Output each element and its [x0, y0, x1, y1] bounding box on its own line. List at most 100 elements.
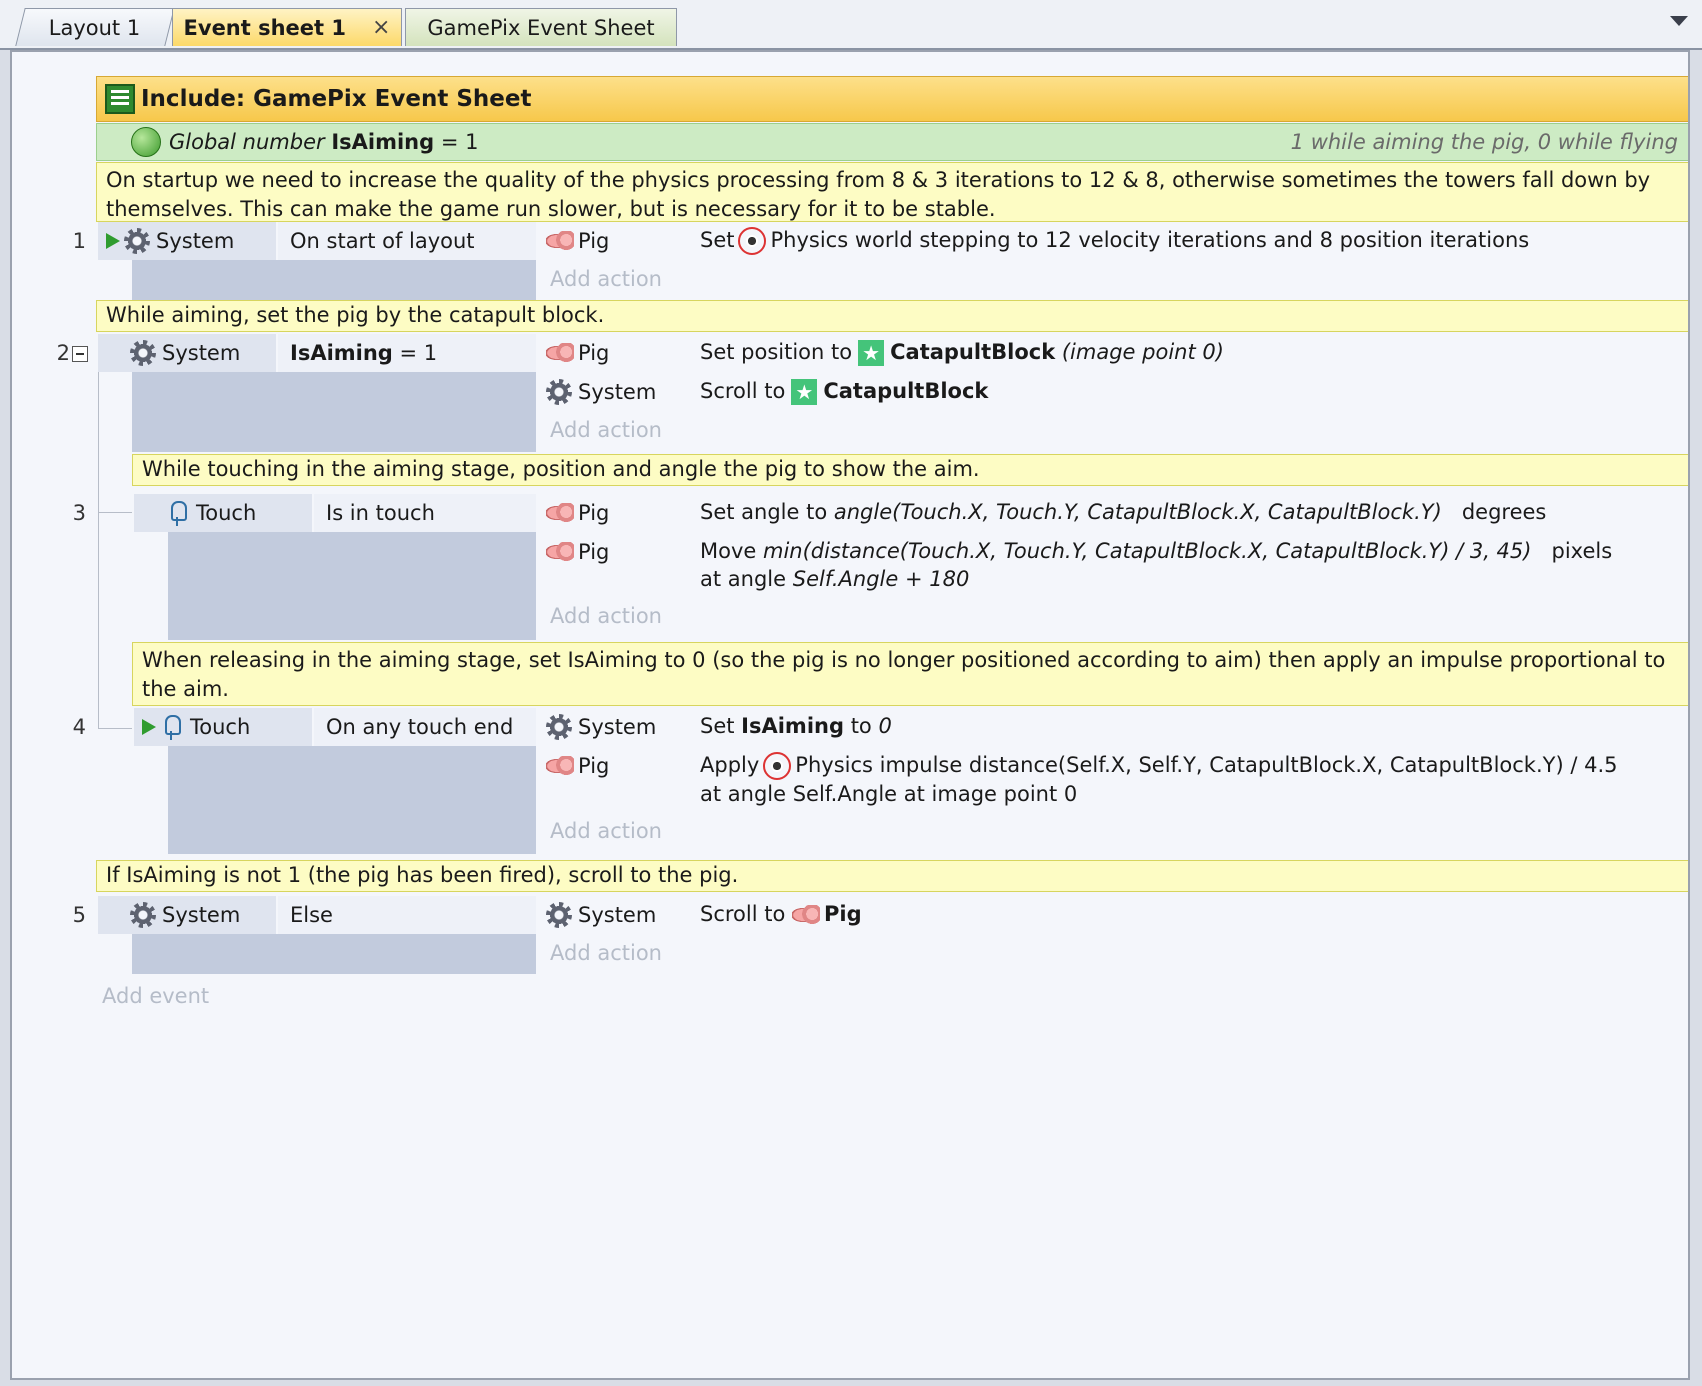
object-name: System — [578, 715, 657, 739]
object-ref: CatapultBlock — [823, 379, 989, 403]
include-label: Include: GamePix Event Sheet — [141, 86, 532, 112]
action-params: Physics impulse distance(Self.X, Self.Y,… — [795, 753, 1618, 777]
action-text: Set position to ★ CatapultBlock (image poi… — [688, 334, 1688, 370]
gear-icon — [546, 902, 572, 928]
gear-icon — [546, 714, 572, 740]
event-number: 1 — [72, 229, 86, 253]
condition-object[interactable]: Touch — [134, 494, 312, 532]
action-expression: 0 — [878, 714, 892, 738]
event-sheet-icon — [105, 84, 135, 114]
action-row[interactable]: System Set IsAiming to 0 — [538, 708, 1688, 747]
pig-icon — [546, 542, 574, 562]
collapse-icon[interactable] — [72, 346, 88, 362]
pig-icon — [546, 503, 574, 523]
condition-object[interactable]: System — [98, 334, 276, 372]
condition-object[interactable]: System — [98, 222, 276, 260]
gear-icon — [546, 379, 572, 405]
gear-icon — [130, 340, 156, 366]
comment-1[interactable]: On startup we need to increase the quali… — [96, 162, 1688, 222]
action-text: Move min(distance(Touch.X, Touch.Y, Cata… — [688, 533, 1688, 597]
object-name: System — [578, 380, 657, 404]
action-verb: Scroll to — [700, 379, 786, 403]
actions-block: Pig Set angle to angle(Touch.X, Touch.Y,… — [538, 494, 1688, 637]
action-row[interactable]: Pig Set angle to angle(Touch.X, Touch.Y,… — [538, 494, 1688, 533]
condition-text[interactable]: On any touch end — [314, 708, 536, 746]
chevron-down-icon[interactable] — [1670, 16, 1688, 26]
action-object: Pig — [538, 747, 688, 785]
object-name: System — [578, 903, 657, 927]
condition-object[interactable]: Touch — [134, 708, 312, 746]
event-number-group: 2 — [46, 334, 96, 372]
action-row[interactable]: Pig Set Physics world stepping to 12 velo… — [538, 222, 1688, 261]
global-name: IsAiming — [331, 130, 435, 154]
add-action-button[interactable]: Add action — [538, 813, 1688, 849]
add-action-row[interactable]: Add action — [538, 935, 1688, 974]
green-arrow-icon — [142, 719, 156, 735]
object-name: System — [162, 903, 241, 927]
tab-layout-1[interactable]: Layout 1 — [15, 8, 175, 46]
action-verb: Scroll to — [700, 902, 786, 926]
variable-name: IsAiming — [741, 714, 844, 738]
action-row[interactable]: Pig Move min(distance(Touch.X, Touch.Y, … — [538, 533, 1688, 598]
event-number: 5 — [72, 903, 86, 927]
comment-3[interactable]: While touching in the aiming stage, posi… — [132, 454, 1688, 486]
action-expression: angle(Touch.X, Touch.Y, CatapultBlock.X,… — [833, 500, 1442, 524]
condition-filler — [168, 746, 536, 854]
add-action-button[interactable]: Add action — [538, 935, 1688, 971]
include-row[interactable]: Include: GamePix Event Sheet — [96, 76, 1688, 122]
physics-icon — [738, 227, 767, 255]
action-object: Pig — [538, 222, 688, 260]
actions-block: System Scroll to Pig Add action — [538, 896, 1688, 974]
tab-event-sheet-1[interactable]: Event sheet 1 × — [172, 8, 402, 46]
action-object: System — [538, 896, 688, 934]
action-object: Pig — [538, 533, 688, 571]
condition-text[interactable]: Else — [278, 896, 536, 934]
condition-text[interactable]: Is in touch — [314, 494, 536, 532]
add-action-row[interactable]: Add action — [538, 261, 1688, 300]
action-row[interactable]: Pig Set position to ★ CatapultBlock (image… — [538, 334, 1688, 373]
global-variable-row[interactable]: Global number IsAiming = 1 1 while aimin… — [96, 123, 1688, 161]
tab-label: GamePix Event Sheet — [427, 15, 655, 40]
action-text: Set angle to angle(Touch.X, Touch.Y, Cat… — [688, 494, 1688, 530]
tab-gamepix-event-sheet[interactable]: GamePix Event Sheet — [405, 8, 677, 46]
add-action-row[interactable]: Add action — [538, 598, 1688, 637]
actions-block: Pig Set position to ★ CatapultBlock (image… — [538, 334, 1688, 451]
add-action-button[interactable]: Add action — [538, 261, 1688, 297]
action-unit: pixels — [1551, 539, 1613, 563]
action-row[interactable]: System Scroll to ★ CatapultBlock — [538, 373, 1688, 412]
condition-filler — [132, 372, 536, 452]
actions-block: Pig Set Physics world stepping to 12 velo… — [538, 222, 1688, 300]
event-sheet[interactable]: Include: GamePix Event Sheet Global numb… — [10, 50, 1690, 1380]
condition-filler — [132, 934, 536, 974]
comment-5[interactable]: If IsAiming is not 1 (the pig has been f… — [96, 860, 1688, 892]
action-text: Scroll to ★ CatapultBlock — [688, 373, 1688, 409]
pig-icon — [546, 231, 574, 251]
add-action-row[interactable]: Add action — [538, 813, 1688, 852]
action-row[interactable]: System Scroll to Pig — [538, 896, 1688, 935]
add-action-button[interactable]: Add action — [538, 598, 1688, 634]
add-action-button[interactable]: Add action — [538, 412, 1688, 448]
touch-icon — [166, 499, 190, 527]
event-number: 3 — [72, 501, 86, 525]
action-verb: Apply — [700, 753, 760, 777]
object-name: Pig — [578, 229, 610, 253]
gear-icon — [124, 228, 150, 254]
comment-2[interactable]: While aiming, set the pig by the catapul… — [96, 300, 1688, 332]
action-row[interactable]: Pig Apply Physics impulse distance(Self.X… — [538, 747, 1688, 813]
object-name: Pig — [578, 540, 610, 564]
object-name: Pig — [578, 754, 610, 778]
action-verb: Set — [700, 714, 735, 738]
condition-object[interactable]: System — [98, 896, 276, 934]
condition-text[interactable]: On start of layout — [278, 222, 536, 260]
condition-text[interactable]: IsAiming = 1 — [278, 334, 536, 372]
comment-4[interactable]: When releasing in the aiming stage, set … — [132, 642, 1688, 706]
action-object: System — [538, 708, 688, 746]
close-icon[interactable]: × — [372, 15, 390, 40]
tree-line — [98, 728, 132, 729]
object-name: Touch — [196, 501, 257, 525]
object-name: System — [156, 229, 235, 253]
add-action-row[interactable]: Add action — [538, 412, 1688, 451]
add-event-button[interactable]: Add event — [102, 984, 209, 1008]
star-sprite-icon: ★ — [791, 379, 818, 405]
action-expression: min(distance(Touch.X, Touch.Y, CatapultB… — [763, 539, 1532, 563]
